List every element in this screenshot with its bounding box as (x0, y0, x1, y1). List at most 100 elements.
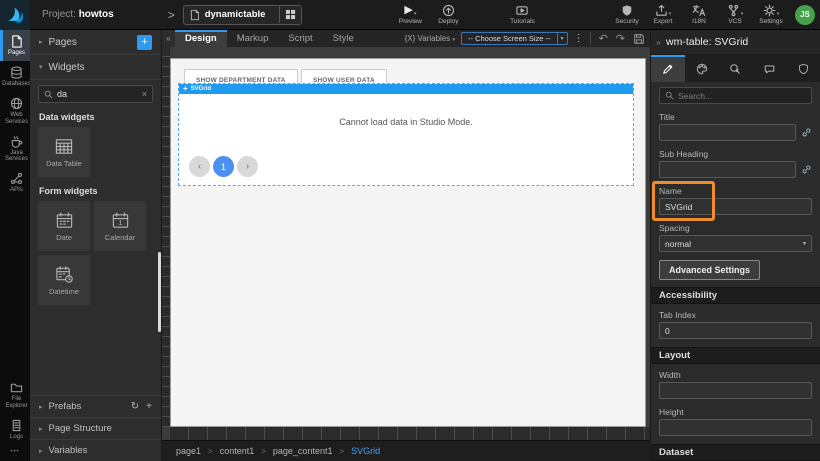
width-input[interactable] (659, 382, 812, 399)
pager-next-button[interactable]: › (237, 156, 258, 177)
accessibility-section-header[interactable]: Accessibility (651, 287, 820, 304)
top-bar: Project: howtos > dynamictable ▶ ▾ Previ… (0, 0, 820, 30)
grid-view-icon[interactable] (279, 6, 301, 23)
title-input[interactable] (659, 124, 796, 141)
variables-dropdown[interactable]: {X} Variables ▾ (405, 34, 455, 43)
tab-device[interactable] (752, 55, 786, 82)
pages-section-header[interactable]: ▸ Pages + (30, 30, 161, 55)
svgrid-selection-bar[interactable]: + SVGrid (179, 84, 633, 94)
widgets-section-header[interactable]: ▾ Widgets (30, 55, 161, 80)
properties-tabs (651, 55, 820, 82)
vcs-button[interactable]: ▾ VCS (719, 4, 751, 25)
tab-style[interactable]: Style (323, 30, 364, 47)
more-options-icon[interactable]: ⋮ (574, 33, 584, 44)
tab-design[interactable]: Design (175, 30, 227, 47)
rail-item-java-services[interactable]: Java Services (0, 130, 30, 168)
variables-section-header[interactable]: ▸ Variables (30, 439, 161, 461)
width-label: Width (659, 370, 812, 380)
rail-more-button[interactable]: ••• (0, 445, 30, 461)
wavemaker-logo[interactable] (0, 0, 30, 30)
wavemaker-logo-icon (5, 5, 25, 25)
layout-section-header[interactable]: Layout (651, 347, 820, 364)
name-input[interactable] (659, 198, 812, 215)
export-button[interactable]: ▾ Export (647, 4, 679, 25)
form-widgets-label: Form widgets (30, 179, 161, 199)
deploy-button[interactable]: Deploy (432, 4, 464, 25)
preview-button[interactable]: ▶ ▾ Preview (394, 4, 426, 25)
design-canvas[interactable]: SHOW DEPARTMENT DATA SHOW USER DATA + SV… (170, 58, 646, 427)
page-structure-section-header[interactable]: ▸ Page Structure (30, 417, 161, 439)
rail-item-logs[interactable]: Logs (0, 414, 30, 445)
widget-search-input[interactable] (57, 89, 138, 99)
clear-search-icon[interactable]: × (142, 89, 147, 99)
breadcrumb-page1[interactable]: page1 (176, 446, 201, 456)
datetime-icon (55, 265, 74, 284)
pager-page-1-button[interactable]: 1 (213, 156, 234, 177)
project-name: Project: howtos (42, 9, 114, 20)
save-icon[interactable] (633, 33, 645, 45)
undo-icon[interactable]: ↶ (599, 32, 608, 45)
rail-item-file-explorer[interactable]: File Explorer (0, 376, 30, 414)
dataset-section-header[interactable]: Dataset (651, 444, 820, 461)
page-selector[interactable]: dynamictable (183, 5, 303, 25)
rail-item-apis[interactable]: APIs (0, 167, 30, 198)
tab-styles[interactable] (685, 55, 719, 82)
breadcrumb-page-content1[interactable]: page_content1 (273, 446, 333, 456)
rail-item-databases[interactable]: Databases (0, 61, 30, 92)
properties-panel: » wm-table: SVGrid (650, 30, 820, 461)
spacing-label: Spacing (659, 223, 812, 233)
widget-calendar[interactable]: 1 Calendar (94, 201, 146, 251)
calendar-icon: 1 (111, 211, 130, 230)
tab-markup[interactable]: Markup (227, 30, 279, 47)
breadcrumb: page1 > content1 > page_content1 > SVGri… (162, 440, 650, 461)
add-page-button[interactable]: + (137, 35, 152, 50)
properties-search-input[interactable] (678, 91, 806, 101)
breadcrumb-svgrid[interactable]: SVGrid (351, 446, 380, 456)
collapse-left-panel-button[interactable]: « (162, 30, 175, 47)
settings-button[interactable]: ▾ Settings (755, 4, 787, 25)
svgrid-label: SVGrid (191, 86, 211, 92)
redo-icon[interactable]: ↷ (616, 32, 625, 45)
api-connector-icon (10, 172, 23, 185)
prefabs-section-header[interactable]: ▸ Prefabs ↻ + (30, 395, 161, 417)
widget-data-table[interactable]: Data Table (38, 127, 90, 177)
design-workspace: SHOW DEPARTMENT DATA SHOW USER DATA + SV… (162, 47, 650, 440)
rail-item-pages[interactable]: Pages (0, 30, 30, 61)
name-label: Name (659, 186, 812, 196)
left-rail: Pages Databases Web Services Java Servic… (0, 30, 30, 461)
translate-icon (692, 4, 706, 17)
bind-link-icon[interactable] (801, 164, 812, 175)
date-icon (55, 211, 74, 230)
add-prefab-icon[interactable]: + (146, 401, 152, 412)
sub-heading-input[interactable] (659, 161, 796, 178)
expand-panel-icon[interactable]: » (651, 38, 666, 47)
tab-properties[interactable] (651, 55, 685, 82)
height-input[interactable] (659, 419, 812, 436)
tab-script[interactable]: Script (278, 30, 322, 47)
i18n-button[interactable]: I18N (683, 4, 715, 25)
user-avatar[interactable]: JS (795, 5, 815, 25)
spacing-select[interactable]: normal ▾ (659, 235, 812, 252)
security-button[interactable]: Security (611, 4, 643, 25)
pagination: ‹ 1 › (189, 156, 258, 177)
breadcrumb-content1[interactable]: content1 (220, 446, 255, 456)
rail-item-web-services[interactable]: Web Services (0, 92, 30, 130)
palette-icon (696, 63, 708, 75)
tab-security[interactable] (786, 55, 820, 82)
refresh-prefabs-icon[interactable]: ↻ (131, 401, 139, 412)
svgrid-widget[interactable]: + SVGrid Cannot load data in Studio Mode… (178, 83, 634, 186)
widget-datetime[interactable]: Datetime (38, 255, 90, 305)
tab-events[interactable] (719, 55, 753, 82)
tutorials-button[interactable]: Tutorials (506, 4, 538, 25)
wavemaker-studio: Project: howtos > dynamictable ▶ ▾ Previ… (0, 0, 820, 461)
widgets-scrollbar[interactable] (158, 252, 161, 332)
left-panel: ▸ Pages + ▾ Widgets × Data widgets Data … (30, 30, 162, 461)
pager-prev-button[interactable]: ‹ (189, 156, 210, 177)
chevron-down-icon: ▾ (414, 11, 417, 17)
bind-link-icon[interactable] (801, 127, 812, 138)
search-icon (665, 91, 674, 100)
widget-date[interactable]: Date (38, 201, 90, 251)
screen-size-select[interactable]: -- Choose Screen Size -- ▾ (461, 32, 568, 45)
advanced-settings-button[interactable]: Advanced Settings (659, 260, 760, 280)
tab-index-input[interactable] (659, 322, 812, 339)
